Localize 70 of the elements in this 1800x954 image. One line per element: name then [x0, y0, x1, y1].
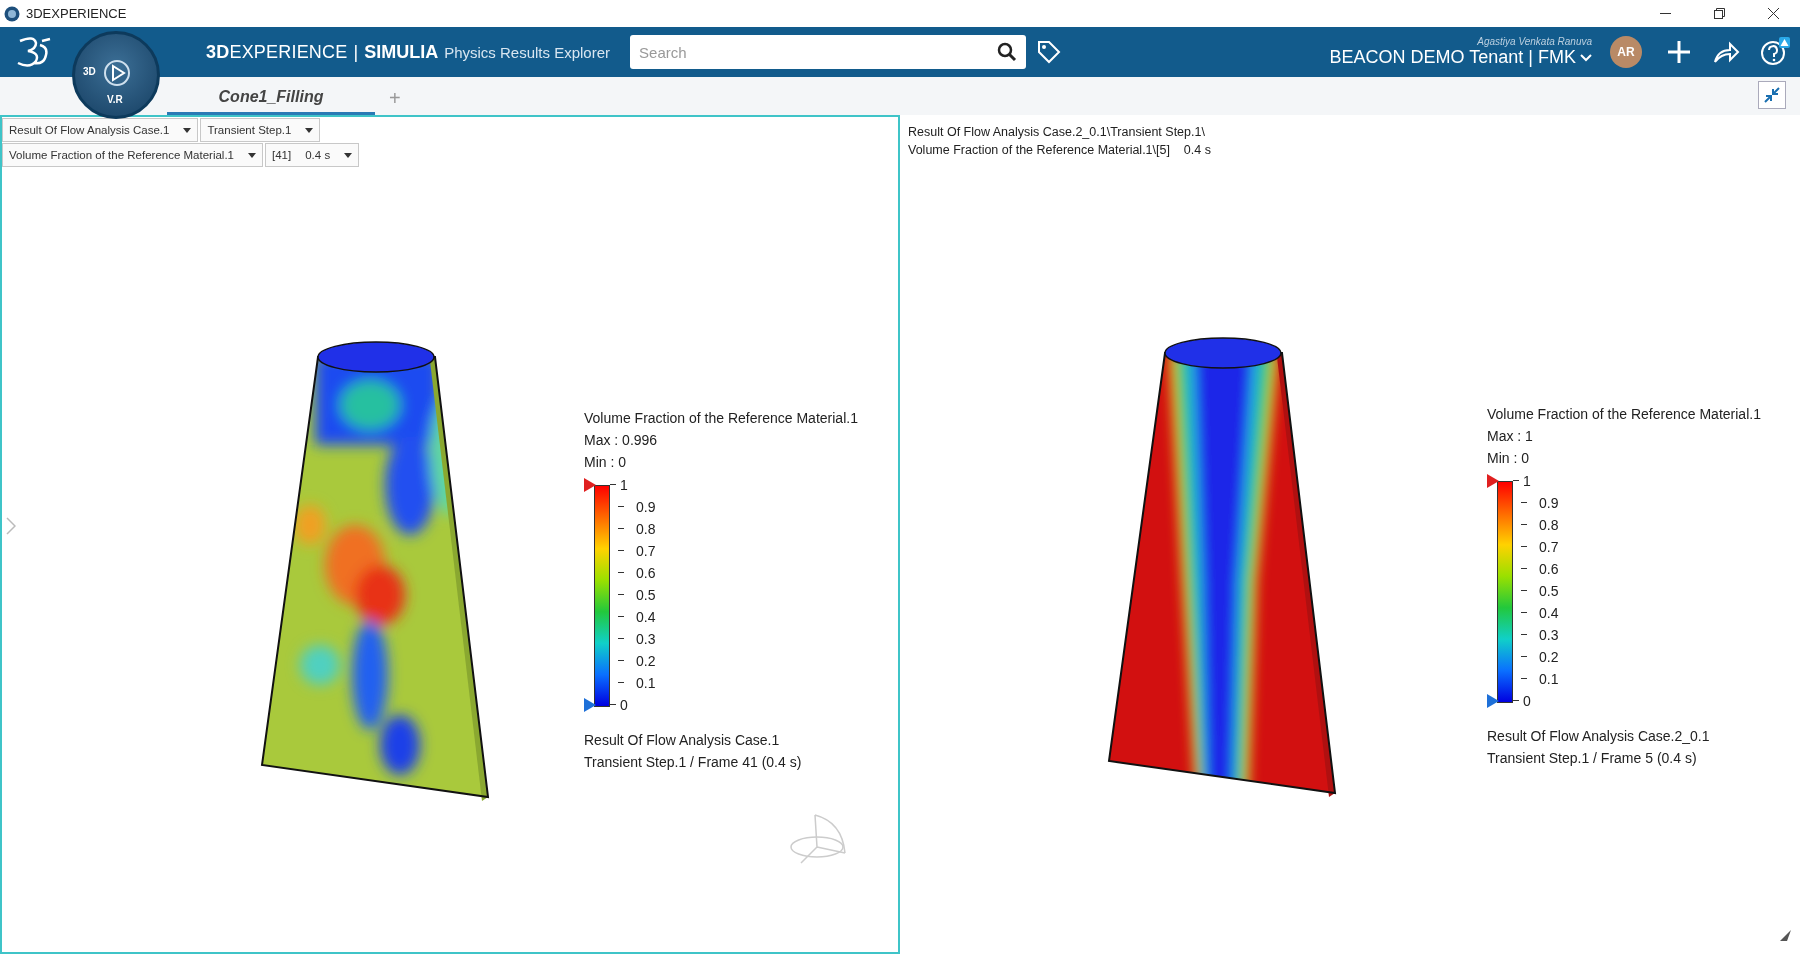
caret-icon [344, 152, 353, 158]
legend-result-name: Result Of Flow Analysis Case.1 [584, 730, 781, 750]
scale-tick-label: 0.6 [1521, 558, 1559, 579]
scale-tick-label: 1 [1513, 470, 1559, 491]
collapse-view-icon[interactable] [1758, 81, 1786, 109]
scale-tick-label: 0.3 [1521, 624, 1559, 645]
legend-max: Max : 0.996 [584, 430, 659, 450]
scale-tick-label: 0.1 [618, 672, 656, 693]
scale-tick-label: 0 [610, 694, 656, 715]
scale-tick-label: 0.1 [1521, 668, 1559, 689]
app-logo-icon [4, 5, 20, 22]
legend-title: Volume Fraction of the Reference Material.1 [584, 408, 858, 428]
scale-tick-label: 0.5 [618, 584, 656, 605]
legend-frame: Transient Step.1 / Frame 5 (0.4 s) [1487, 746, 1761, 769]
scale-tick-label: 0 [1513, 690, 1559, 711]
scale-tick-label: 0.7 [1521, 536, 1559, 557]
result-path-text: Volume Fraction of the Reference Material.1\[5] 0.4 s [908, 142, 1212, 159]
min-marker-icon[interactable] [584, 697, 596, 712]
scale-tick-label: 0.9 [1521, 492, 1559, 513]
scale-tick-label: 0.8 [1521, 514, 1559, 535]
scale-tick-label: 0.7 [618, 540, 656, 561]
result-viewer-panel[interactable] [0, 115, 900, 954]
platform-brand: 3DEXPERIENCE [206, 41, 348, 63]
scale-tick-label: 0.4 [1521, 602, 1559, 623]
search-field[interactable]: Search [630, 35, 1027, 69]
legend-title: Volume Fraction of the Reference Material.1 [1487, 404, 1761, 424]
chevron-down-icon[interactable] [1580, 53, 1592, 62]
share-icon[interactable] [1712, 40, 1740, 64]
play-icon [103, 59, 131, 87]
scale-tick-label: 0.5 [1521, 580, 1559, 601]
legend-min: Min : 0 [584, 452, 627, 472]
min-marker-icon[interactable] [1487, 693, 1499, 708]
result-dropdown[interactable]: Volume Fraction of the Reference Material.1 [2, 143, 263, 167]
legend-result-name: Result Of Flow Analysis Case.2_0.1 [1487, 726, 1711, 746]
plus-icon[interactable] [1666, 39, 1692, 65]
app-name: SIMULIA [364, 41, 439, 63]
result-dropdown[interactable]: Transient Step.1 [200, 118, 321, 142]
scale-tick-label: 0.2 [618, 650, 656, 671]
tag-icon[interactable] [1036, 39, 1063, 65]
minimize-icon[interactable] [1659, 12, 1671, 15]
app-subtitle: Physics Results Explorer [444, 43, 611, 61]
help-icon[interactable] [1760, 37, 1790, 67]
tenant-selector[interactable]: BEACON DEMO Tenant | FMK [1329, 47, 1592, 68]
legend-min: Min : 0 [1487, 448, 1530, 468]
side-panel-handle-icon[interactable] [6, 517, 16, 535]
caret-icon [248, 152, 256, 158]
result-dropdown[interactable]: [41] 0.4 s [265, 143, 360, 167]
title-separator: | [353, 41, 359, 63]
result-dropdown[interactable]: Result Of Flow Analysis Case.1 [2, 118, 199, 142]
scale-tick-label: 0.8 [618, 518, 656, 539]
legend-frame: Transient Step.1 / Frame 41 (0.4 s) [584, 750, 858, 773]
window-title: 3DEXPERIENCE [26, 6, 128, 21]
scale-tick-label: 0.6 [618, 562, 656, 583]
close-icon[interactable] [1767, 8, 1779, 19]
search-icon[interactable] [997, 42, 1018, 62]
restore-icon[interactable] [1713, 8, 1725, 19]
scale-tick-label: 0.3 [618, 628, 656, 649]
user-name: Agastiya Venkata Ranuva [1477, 36, 1592, 47]
scale-tick-label: 0.2 [1521, 646, 1559, 667]
max-marker-icon[interactable] [1487, 473, 1499, 488]
caret-icon [305, 127, 314, 133]
compass-widget[interactable]: 3D V.R [72, 31, 160, 119]
scale-tick-label: 0.4 [618, 606, 656, 627]
scale-tick-label: 0.9 [618, 496, 656, 517]
legend-max: Max : 1 [1487, 426, 1534, 446]
scale-tick-label: 1 [610, 474, 656, 495]
result-path-text: Result Of Flow Analysis Case.2_0.1\Transient Step.1\ [908, 124, 1206, 141]
document-tab[interactable]: Cone1_Filling [167, 81, 375, 115]
max-marker-icon[interactable] [584, 477, 596, 492]
caret-icon [183, 127, 192, 133]
